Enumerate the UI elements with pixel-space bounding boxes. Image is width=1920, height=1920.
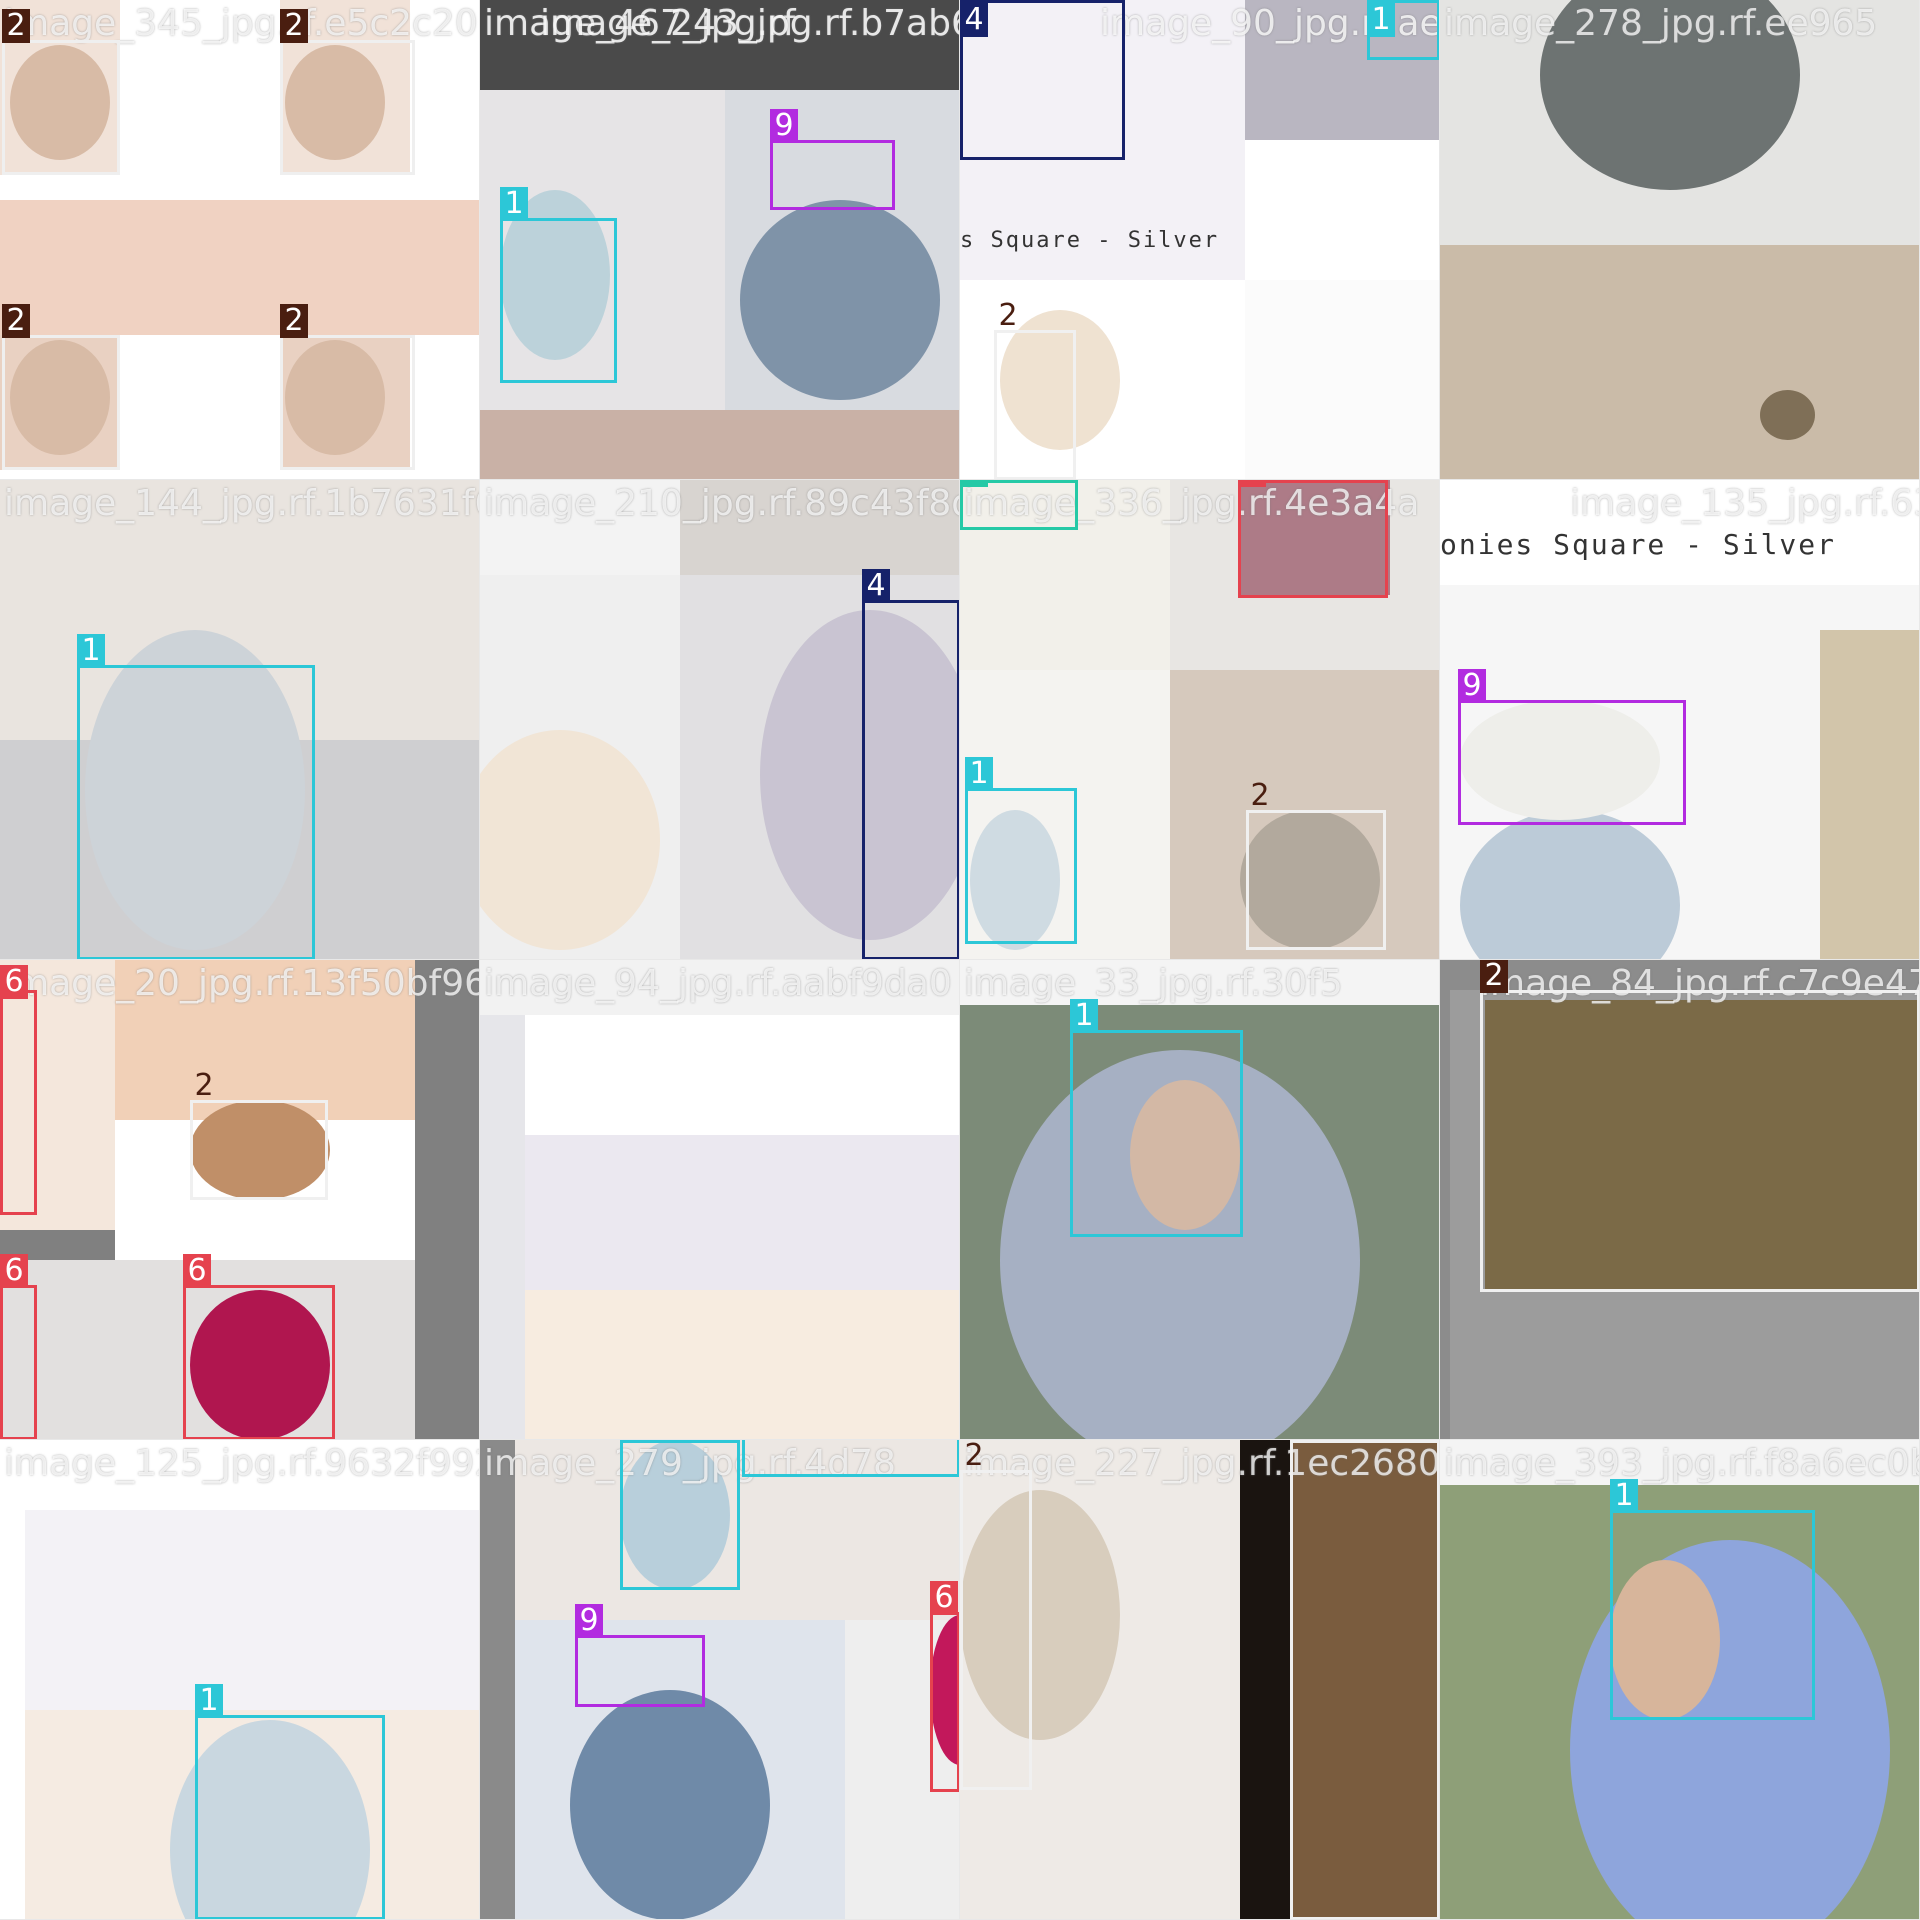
detection-box: 1: [1610, 1479, 1815, 1720]
mosaic-tile: onies Square - Silver image_135_jpg.rf.6…: [1440, 480, 1920, 960]
detection-class-label: 2: [1290, 1440, 1318, 1442]
product-caption: onies Square - Silver: [1440, 528, 1837, 561]
mosaic-tile: image_278_jpg.rf.ee965: [1440, 0, 1920, 480]
detection-class-label: 6: [1238, 480, 1266, 487]
detection-class-label: 2: [998, 298, 1018, 333]
detection-class-label: 2: [280, 304, 308, 338]
mosaic-tile: s Square - Silver image_90_jpg.rf.aec1b8…: [960, 0, 1440, 480]
detection-class-label: 2: [194, 1068, 214, 1103]
detection-class-label: 1: [77, 634, 105, 668]
detection-box: 1: [965, 757, 1077, 944]
mosaic-tile: image_393_jpg.rf.f8a6ec0b7 1: [1440, 1440, 1920, 1920]
detection-box: 2: [2, 304, 120, 470]
detection-class-label: 9: [575, 1604, 603, 1638]
product-caption: s Square - Silver: [960, 228, 1220, 253]
detection-class-label: 6: [0, 965, 28, 999]
mosaic-tile: image_20_jpg.rf.13f50bf961 6 2 6 6: [0, 960, 480, 1440]
detection-box: 2: [1480, 960, 1919, 1292]
detection-class-label: 2: [2, 304, 30, 338]
mosaic-tile: image_84_jpg.rf.c7c9e47e 2: [1440, 960, 1920, 1440]
detection-box: 6: [0, 965, 37, 1215]
detection-box: 1: [77, 634, 315, 959]
detection-class-label: 1: [620, 1440, 648, 1442]
mosaic-tile: image_33_jpg.rf.30f5 1: [960, 960, 1440, 1440]
detection-class-label: 2: [1250, 778, 1270, 813]
detection-box: 2: [280, 304, 415, 470]
mosaic-tile: image_345_jpg.rf.e5c2c20 2 2 2 2: [0, 0, 480, 480]
detection-class-label: 6: [0, 1254, 28, 1288]
detection-box: 3: [960, 480, 1078, 530]
detection-box: 9: [1458, 669, 1686, 825]
mosaic-tile: image_467_jpg.rf image_243_jpg.rf.b7ab6b…: [480, 0, 960, 480]
detection-class-label: 1: [1070, 999, 1098, 1033]
mosaic-tile: image_279_jpg.rf.4d78 1 1 9 6: [480, 1440, 960, 1920]
mosaic-tile: image_94_jpg.rf.aabf9da0: [480, 960, 960, 1440]
detection-box: 9: [575, 1604, 705, 1707]
detection-class-label: 1: [1367, 3, 1395, 37]
detection-box: 1: [742, 1440, 959, 1477]
detection-class-label: 2: [964, 1440, 984, 1473]
detection-class-label: 9: [770, 109, 798, 143]
image-filename-label: image_94_jpg.rf.aabf9da0: [484, 963, 952, 1004]
detection-class-label: 1: [1610, 1479, 1638, 1513]
detection-box: 4: [960, 0, 1125, 160]
detection-box: 6: [1238, 480, 1388, 598]
detection-class-label: 2: [280, 9, 308, 43]
detection-class-label: 2: [1480, 960, 1508, 993]
image-filename-label: image_135_jpg.rf.63f99896a884: [1570, 483, 1919, 524]
detection-class-label: 1: [195, 1684, 223, 1718]
mosaic-tile: image_336_jpg.rf.4e3a4a 3 6 1 2: [960, 480, 1440, 960]
image-filename-label: image_144_jpg.rf.1b7631f65: [4, 483, 480, 524]
detection-class-label: 4: [960, 3, 988, 37]
mosaic-grid: image_345_jpg.rf.e5c2c20 2 2 2 2 image_4…: [0, 0, 1920, 1920]
image-filename-label: image_345_jpg.rf.e5c2c20: [4, 3, 478, 44]
detection-class-label: 4: [862, 569, 890, 603]
detection-box: 2: [2, 9, 120, 175]
mosaic-tile: image_125_jpg.rf.9632f992d 1: [0, 1440, 480, 1920]
image-filename-label: image_33_jpg.rf.30f5: [964, 963, 1343, 1004]
detection-box: 2: [1246, 779, 1386, 950]
detection-box: 6: [930, 1581, 959, 1792]
detection-box: 2: [960, 1440, 1032, 1790]
detection-box: 6: [0, 1254, 37, 1439]
detection-box: 1: [1367, 0, 1439, 60]
detection-box: 1: [620, 1440, 740, 1590]
detection-class-label: 3: [960, 480, 988, 487]
image-filename-label: image_210_jpg.rf.89c43f8df: [484, 483, 960, 524]
image-filename-label: image_20_jpg.rf.13f50bf961: [4, 963, 480, 1004]
detection-box: 9: [770, 109, 895, 210]
detection-box: 2: [1290, 1440, 1439, 1919]
image-filename-label: image_243_jpg.rf.b7ab6b44: [540, 3, 959, 44]
detection-box: 1: [500, 187, 617, 383]
detection-class-label: 2: [2, 9, 30, 43]
image-filename-label: image_393_jpg.rf.f8a6ec0b7: [1444, 1443, 1920, 1484]
mosaic-tile: image_210_jpg.rf.89c43f8df 4: [480, 480, 960, 960]
image-filename-label: image_125_jpg.rf.9632f992d: [4, 1443, 480, 1484]
detection-box: 6: [183, 1254, 335, 1439]
detection-box: 1: [195, 1684, 385, 1919]
detection-class-label: 1: [500, 187, 528, 221]
image-filename-label: image_278_jpg.rf.ee965: [1444, 3, 1878, 44]
detection-box: 2: [190, 1069, 328, 1200]
detection-class-label: 9: [1458, 669, 1486, 703]
detection-class-label: 6: [183, 1254, 211, 1288]
detection-box: 2: [994, 299, 1076, 479]
detection-box: 2: [280, 9, 415, 175]
mosaic-tile: image_227_jpg.rf.1ec26801 2 2: [960, 1440, 1440, 1920]
detection-class-label: 6: [930, 1581, 958, 1615]
detection-class-label: 1: [965, 757, 993, 791]
mosaic-tile: image_144_jpg.rf.1b7631f65 1: [0, 480, 480, 960]
detection-box: 1: [1070, 999, 1243, 1237]
detection-box: 4: [862, 569, 959, 959]
